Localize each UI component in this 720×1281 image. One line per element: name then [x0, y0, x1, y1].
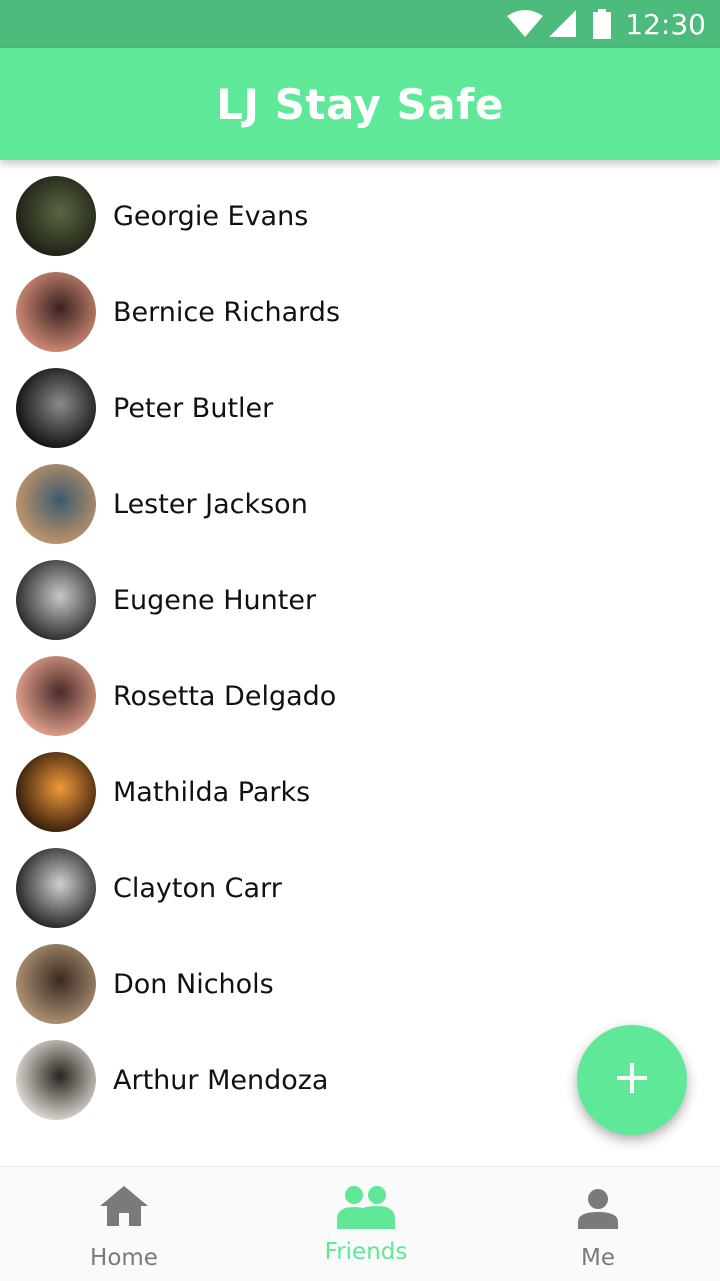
- friend-list-item[interactable]: Clayton Carr: [0, 840, 720, 936]
- nav-item-me[interactable]: Me: [478, 1167, 718, 1281]
- battery-icon: [593, 9, 612, 39]
- friend-list-item[interactable]: Bernice Richards: [0, 264, 720, 360]
- add-friend-button[interactable]: [577, 1025, 687, 1135]
- avatar: [16, 944, 96, 1024]
- friend-list-item[interactable]: Don Nichols: [0, 936, 720, 1032]
- friend-list-item[interactable]: Peter Butler: [0, 360, 720, 456]
- app-bar: LJ Stay Safe: [0, 48, 720, 160]
- avatar: [16, 848, 96, 928]
- nav-label-me: Me: [581, 1245, 615, 1271]
- friend-name: Eugene Hunter: [113, 584, 317, 616]
- nav-label-friends: Friends: [324, 1239, 408, 1265]
- friend-name: Rosetta Delgado: [113, 680, 337, 712]
- avatar: [16, 752, 96, 832]
- nav-label-home: Home: [90, 1245, 158, 1271]
- status-time: 12:30: [625, 7, 706, 41]
- friend-name: Mathilda Parks: [113, 776, 311, 808]
- avatar: [16, 1040, 96, 1120]
- friend-name: Peter Butler: [113, 392, 274, 424]
- friend-list-item[interactable]: Lester Jackson: [0, 456, 720, 552]
- avatar: [16, 272, 96, 352]
- friend-name: Lester Jackson: [113, 488, 308, 520]
- friend-name: Don Nichols: [113, 968, 274, 1000]
- friend-list-item[interactable]: Eugene Hunter: [0, 552, 720, 648]
- avatar: [16, 368, 96, 448]
- friend-list-item[interactable]: Rosetta Delgado: [0, 648, 720, 744]
- app-title: LJ Stay Safe: [216, 79, 504, 129]
- friend-list-item[interactable]: Georgie Evans: [0, 168, 720, 264]
- nav-item-friends[interactable]: Friends: [246, 1167, 486, 1281]
- friend-name: Arthur Mendoza: [113, 1064, 329, 1096]
- friend-list: Georgie Evans Bernice Richards Peter But…: [0, 168, 720, 1128]
- avatar: [16, 176, 96, 256]
- wifi-icon: [507, 10, 544, 38]
- friend-name: Bernice Richards: [113, 296, 341, 328]
- avatar: [16, 464, 96, 544]
- friend-list-item[interactable]: Mathilda Parks: [0, 744, 720, 840]
- status-bar: 12:30: [0, 0, 720, 48]
- friend-name: Clayton Carr: [113, 872, 282, 904]
- avatar: [16, 560, 96, 640]
- bottom-navigation: Home Friends Me: [0, 1166, 720, 1281]
- cellular-signal-icon: [549, 10, 577, 38]
- avatar: [16, 656, 96, 736]
- nav-item-home[interactable]: Home: [4, 1167, 244, 1281]
- friend-name: Georgie Evans: [113, 200, 309, 232]
- status-icons: 12:30: [507, 0, 706, 48]
- plus-icon: [617, 1062, 647, 1098]
